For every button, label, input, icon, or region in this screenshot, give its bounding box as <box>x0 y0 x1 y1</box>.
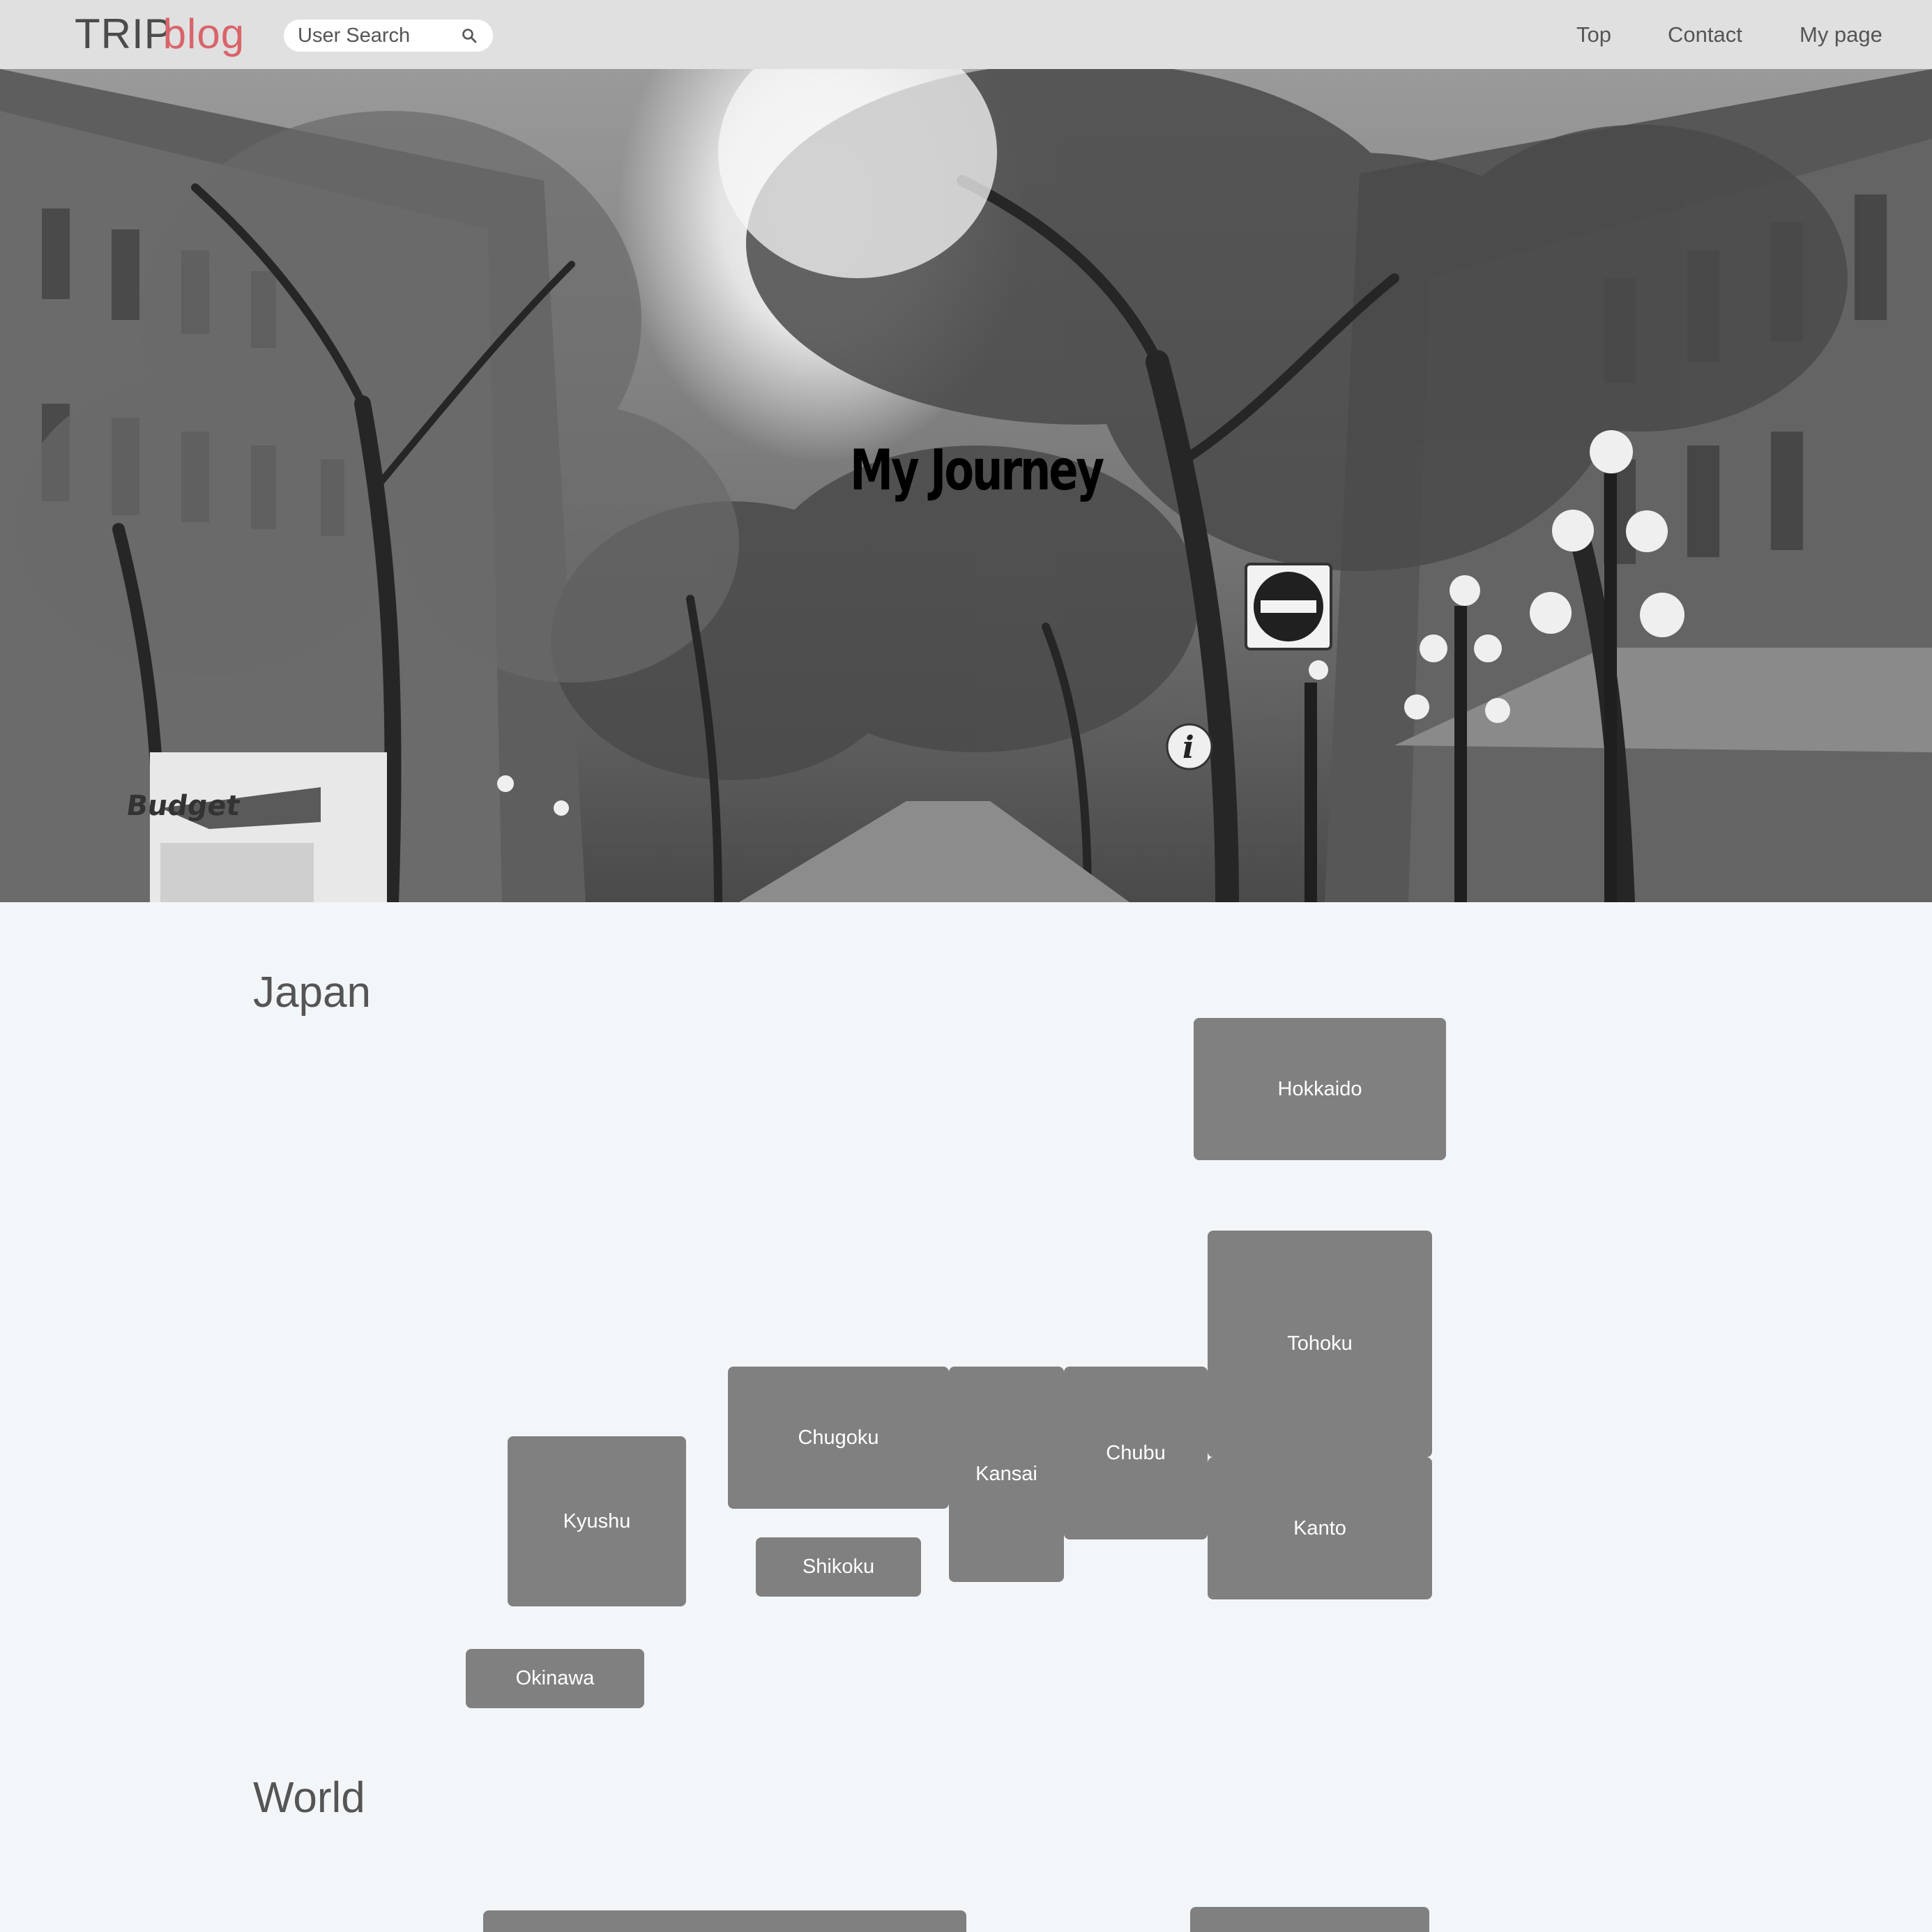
region-label-kanto: Kanto <box>1293 1516 1346 1539</box>
region-tile-kansai[interactable]: Kansai <box>949 1367 1064 1582</box>
region-label-hokkaido: Hokkaido <box>1277 1077 1362 1100</box>
region-tile-tohoku[interactable]: Tohoku <box>1208 1231 1432 1457</box>
search-icon[interactable] <box>461 27 478 44</box>
section-title-world: World <box>253 1774 365 1822</box>
region-label-chugoku: Chugoku <box>798 1426 879 1449</box>
region-label-okinawa: Okinawa <box>515 1667 595 1689</box>
hero-banner: Budget i My Journey <box>0 69 1932 902</box>
region-tile-chubu[interactable]: Chubu <box>1064 1367 1208 1539</box>
region-label-kyushu: Kyushu <box>563 1509 631 1532</box>
region-tile-hokkaido[interactable]: Hokkaido <box>1194 1018 1446 1160</box>
region-label-tohoku: Tohoku <box>1287 1332 1353 1355</box>
region-tile-shikoku[interactable]: Shikoku <box>756 1537 921 1597</box>
svg-text:Budget: Budget <box>124 790 242 822</box>
region-label-chubu: Chubu <box>1106 1441 1166 1464</box>
top-navigation-bar: TRIPblog Top Contact My page <box>0 0 1932 69</box>
region-tile-okinawa[interactable]: Okinawa <box>466 1649 644 1708</box>
svg-text:i: i <box>1182 730 1194 766</box>
region-label-kansai: Kansai <box>975 1463 1037 1485</box>
user-search-input[interactable] <box>298 20 451 52</box>
logo-trip-text: TRIP <box>75 10 173 57</box>
user-search-box <box>284 20 493 52</box>
world-region-tile[interactable] <box>1190 1907 1429 1932</box>
region-tile-chugoku[interactable]: Chugoku <box>728 1367 949 1509</box>
hero-title: My Journey <box>849 437 1104 503</box>
world-region-tile[interactable] <box>483 1910 966 1932</box>
nav-link-my-page[interactable]: My page <box>1800 18 1882 52</box>
region-label-shikoku: Shikoku <box>802 1556 875 1578</box>
region-tile-kyushu[interactable]: Kyushu <box>508 1436 686 1606</box>
page: TRIPblog Top Contact My page <box>0 0 1932 1932</box>
nav-link-top[interactable]: Top <box>1576 18 1611 52</box>
nav-link-contact[interactable]: Contact <box>1668 18 1742 52</box>
logo-blog-text: blog <box>162 10 245 57</box>
section-title-japan: Japan <box>253 968 371 1017</box>
region-tile-kanto[interactable]: Kanto <box>1208 1457 1432 1599</box>
site-logo[interactable]: TRIPblog <box>75 10 245 59</box>
